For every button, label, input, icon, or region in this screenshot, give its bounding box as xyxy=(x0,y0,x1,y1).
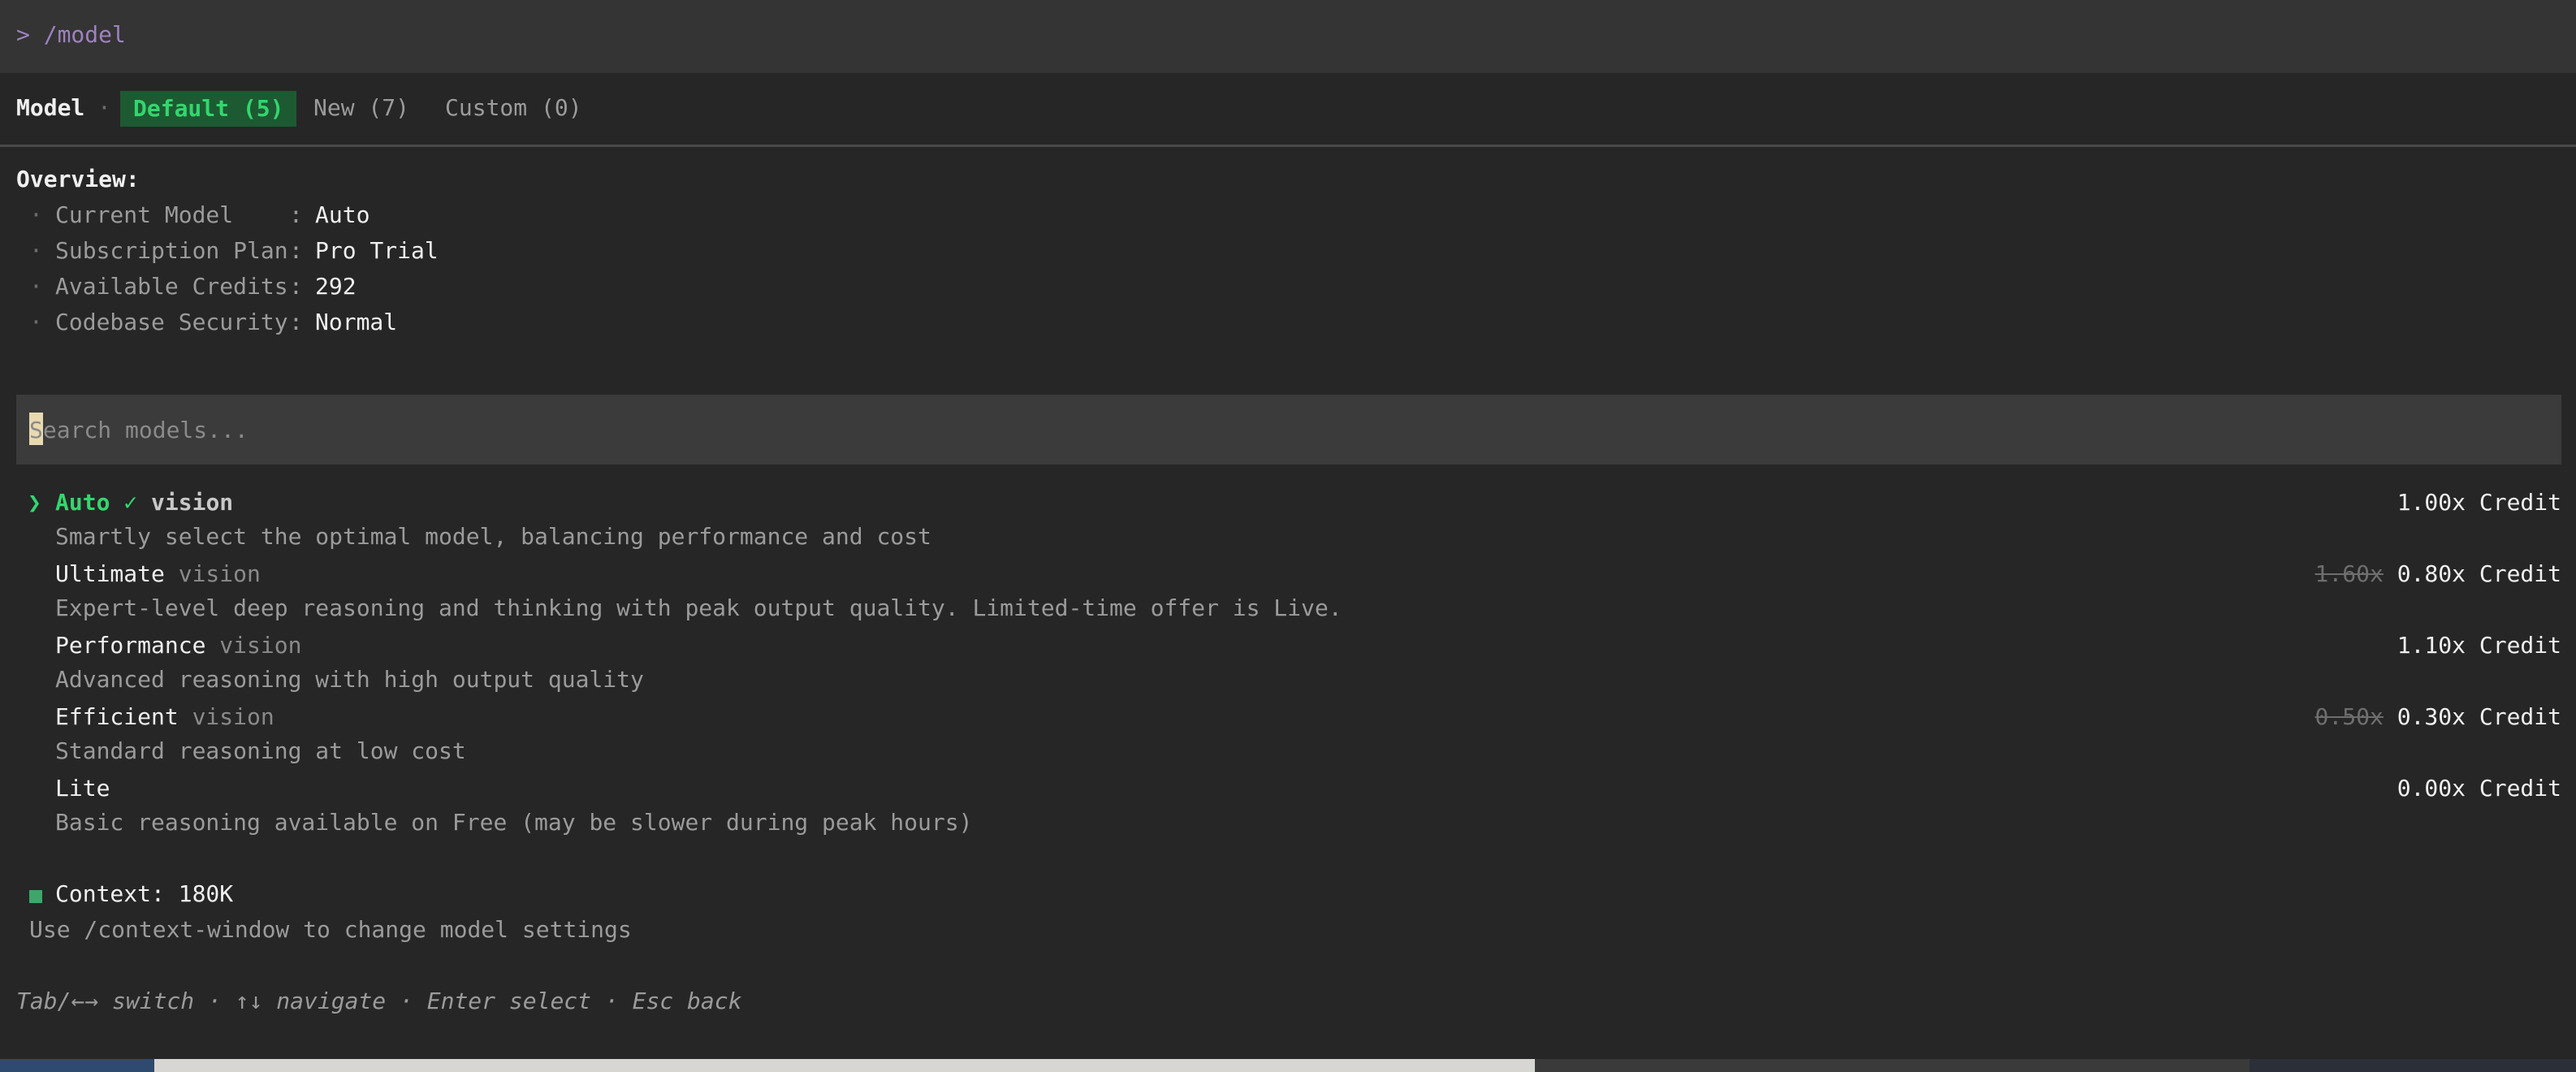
overview-label: Available Credits xyxy=(55,273,288,300)
model-credit-group: 0.50x 0.30x Credit xyxy=(2315,703,2561,730)
overview-bullet: · xyxy=(29,273,43,300)
overview-sep: : xyxy=(289,309,303,335)
model-name-group: Auto ✓ vision xyxy=(55,489,233,516)
tab-default[interactable]: Default (5) xyxy=(120,91,297,127)
overview-sep: : xyxy=(289,237,303,264)
model-credit: 1.00x Credit xyxy=(2397,489,2561,516)
overview-label: Current Model xyxy=(55,201,288,228)
command-text[interactable]: > /model xyxy=(16,21,126,48)
model-name: Lite xyxy=(55,775,110,802)
overview-value: Normal xyxy=(315,309,398,335)
model-credit: 0.80x Credit xyxy=(2397,560,2561,587)
overview-bullet: · xyxy=(29,309,43,335)
vision-tag: vision xyxy=(219,632,302,659)
keyboard-hints: Tab/←→ switch · ↑↓ navigate · Enter sele… xyxy=(16,988,742,1014)
model-item-performance[interactable]: Performance vision 1.10x Credit xyxy=(0,629,2576,663)
check-icon: ✓ xyxy=(123,489,138,516)
model-old-credit: 1.60x xyxy=(2315,560,2384,587)
model-item-auto[interactable]: ❯ Auto ✓ vision 1.00x Credit xyxy=(0,486,2576,520)
overview-bullet: · xyxy=(29,237,43,264)
model-tab-bar: Model · Default (5) New (7) Custom (0) xyxy=(0,73,2576,147)
model-description: Standard reasoning at low cost xyxy=(55,737,466,764)
overview-value: 292 xyxy=(315,273,357,300)
vision-tag: vision xyxy=(151,489,234,516)
panel-title: Model xyxy=(16,94,85,121)
model-name: Ultimate xyxy=(55,560,165,587)
context-label: Context: 180K xyxy=(55,880,234,907)
overview-label: Subscription Plan xyxy=(55,237,288,264)
desktop-background-strip xyxy=(0,1059,2576,1072)
selection-caret-icon: ❯ xyxy=(28,489,41,516)
tab-new[interactable]: New (7) xyxy=(313,94,409,121)
model-item-ultimate[interactable]: Ultimate vision 1.60x 0.80x Credit xyxy=(0,557,2576,591)
model-name: Performance xyxy=(55,632,206,659)
model-credit: 1.10x Credit xyxy=(2397,632,2561,659)
context-indicator-icon xyxy=(29,890,42,903)
model-credit-group: 1.60x 0.80x Credit xyxy=(2315,560,2561,587)
tab-separator: · xyxy=(97,94,111,121)
model-name: Auto xyxy=(55,489,110,516)
model-old-credit: 0.50x xyxy=(2315,703,2384,730)
overview-sep: : xyxy=(289,201,303,228)
overview-value: Pro Trial xyxy=(315,237,439,264)
model-credit: 0.30x Credit xyxy=(2397,703,2561,730)
overview-sep: : xyxy=(289,273,303,300)
model-description: Basic reasoning available on Free (may b… xyxy=(55,809,973,836)
model-credit: 0.00x Credit xyxy=(2397,775,2561,802)
overview-bullet: · xyxy=(29,201,43,228)
model-description: Smartly select the optimal model, balanc… xyxy=(55,523,931,550)
overview-label: Codebase Security xyxy=(55,309,288,335)
model-name-group: Efficient vision xyxy=(55,703,274,730)
overview-value: Auto xyxy=(315,201,370,228)
model-name-group: Performance vision xyxy=(55,632,301,659)
vision-tag: vision xyxy=(192,703,274,730)
model-description: Advanced reasoning with high output qual… xyxy=(55,666,644,693)
overview-heading: Overview: xyxy=(16,166,140,192)
model-name-group: Ultimate vision xyxy=(55,560,261,587)
search-input[interactable] xyxy=(29,414,2466,445)
model-name: Efficient xyxy=(55,703,179,730)
model-item-efficient[interactable]: Efficient vision 0.50x 0.30x Credit xyxy=(0,700,2576,734)
tab-custom[interactable]: Custom (0) xyxy=(445,94,582,121)
command-bar[interactable]: > /model xyxy=(0,0,2576,75)
model-description: Expert-level deep reasoning and thinking… xyxy=(55,594,1342,621)
model-item-lite[interactable]: Lite 0.00x Credit xyxy=(0,772,2576,806)
vision-tag: vision xyxy=(178,560,261,587)
model-search-box[interactable] xyxy=(16,395,2561,465)
context-hint: Use /context-window to change model sett… xyxy=(29,916,632,943)
